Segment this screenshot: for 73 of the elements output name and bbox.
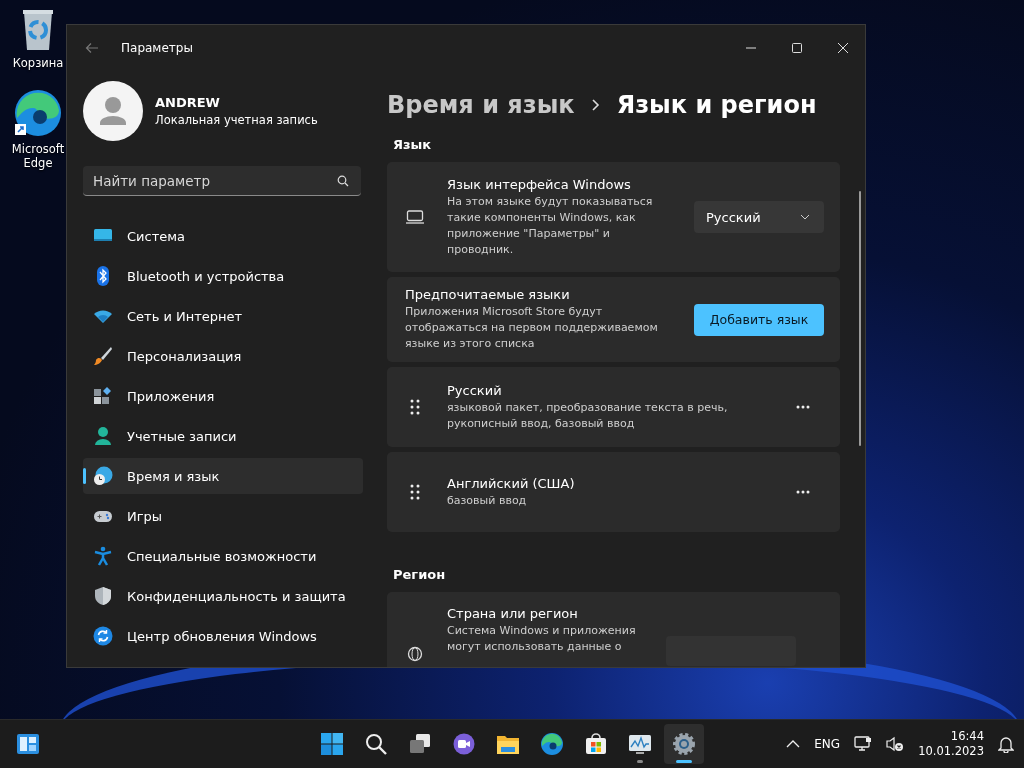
close-icon[interactable] — [837, 42, 849, 54]
start-icon — [320, 732, 344, 756]
language-features: языковой пакет, преобразование текста в речь, рукописный ввод, базовый ввод — [447, 399, 729, 432]
update-icon — [93, 626, 113, 646]
edge-logo-icon[interactable] — [13, 88, 63, 138]
language-features: базовый ввод — [447, 492, 528, 509]
scrollbar[interactable] — [859, 191, 861, 446]
nav-item[interactable]: Сеть и Интернет — [83, 298, 363, 334]
clock-time[interactable]: 16:44 — [950, 729, 984, 744]
speaker-muted-icon[interactable] — [886, 736, 905, 752]
nav-item[interactable]: Bluetooth и устройства — [83, 258, 363, 294]
setting-title: Предпочитаемые языки — [405, 287, 571, 302]
setting-description: Система Windows и приложения могут использовать данные о — [447, 623, 637, 655]
setting-description: Приложения Microsoft Store будут отображаться на первом поддерживаемом языке из этого списка — [405, 304, 659, 352]
settings-taskbar-button[interactable] — [664, 724, 704, 764]
search-icon — [364, 732, 388, 756]
settings-icon — [672, 732, 696, 756]
language-name: Английский (США) — [447, 475, 576, 491]
network-icon[interactable] — [854, 736, 873, 752]
apps-icon — [93, 386, 113, 406]
desktop-icon-label[interactable]: Корзина — [6, 56, 70, 70]
breadcrumb-link[interactable]: Время и язык — [387, 91, 575, 119]
clock-date[interactable]: 10.01.2023 — [918, 744, 984, 759]
nav-item[interactable]: Игры — [83, 498, 363, 534]
more-options-icon[interactable] — [796, 405, 810, 409]
nav-item[interactable]: Конфиденциальность и защита — [83, 578, 363, 614]
chevron-down-icon — [800, 214, 810, 220]
globe-icon — [405, 646, 425, 662]
laptop-icon — [405, 210, 425, 224]
accessibility-icon — [93, 546, 113, 566]
nav-item[interactable]: Приложения — [83, 378, 363, 414]
nav-item[interactable]: Система — [83, 218, 363, 254]
task-view-icon — [408, 732, 432, 756]
store-icon — [584, 732, 608, 756]
setting-title: Страна или регион — [447, 606, 579, 621]
add-language-button[interactable]: Добавить язык — [694, 303, 824, 336]
language-card[interactable]: Английский (США) базовый ввод — [387, 452, 840, 532]
nav-item[interactable]: Учетные записи — [83, 418, 363, 454]
language-card[interactable]: Русский языковой пакет, преобразование текста в речь, рукописный ввод, базовый ввод — [387, 367, 840, 447]
desktop-icon-label[interactable]: Microsoft Edge — [6, 142, 70, 170]
privacy-icon — [93, 586, 113, 606]
more-options-icon[interactable] — [796, 490, 810, 494]
notification-bell-icon[interactable] — [998, 735, 1014, 753]
nav-item[interactable]: Специальные возможности — [83, 538, 363, 574]
setting-title: Язык интерфейса Windows — [447, 176, 632, 192]
maximize-icon[interactable] — [791, 42, 803, 54]
input-language-indicator[interactable]: ENG — [814, 737, 841, 751]
avatar-icon — [83, 81, 143, 141]
section-heading: Язык — [393, 137, 433, 152]
chevron-up-icon[interactable] — [786, 740, 801, 748]
time-icon — [93, 466, 113, 486]
widgets-icon[interactable] — [16, 733, 40, 755]
account-type: Локальная учетная запись — [155, 113, 318, 127]
nav-item[interactable]: Центр обновления Windows — [83, 618, 363, 654]
search-icon — [337, 175, 349, 187]
nav-item[interactable]: Персонализация — [83, 338, 363, 374]
nav-item[interactable]: Время и язык — [83, 458, 363, 494]
accounts-icon — [93, 426, 113, 446]
chevron-right-icon — [590, 98, 601, 112]
window-title: Параметры — [121, 41, 193, 55]
monitor-icon — [628, 732, 652, 756]
setting-description: На этом языке будут показываться такие компоненты Windows, как приложение "Параметры" и проводник. — [447, 193, 654, 258]
user-name: ANDREW — [155, 95, 221, 110]
language-name: Русский — [447, 382, 503, 398]
edge-icon — [540, 732, 564, 756]
language-dropdown[interactable]: Русский — [694, 201, 824, 233]
chat-icon — [452, 732, 476, 756]
back-arrow-icon[interactable] — [85, 42, 99, 54]
section-heading: Регион — [393, 567, 447, 582]
search-field[interactable]: Найти параметр — [83, 166, 361, 196]
personalization-icon — [93, 346, 113, 366]
page-title: Язык и регион — [616, 91, 817, 119]
recycle-bin-icon[interactable] — [20, 8, 56, 52]
